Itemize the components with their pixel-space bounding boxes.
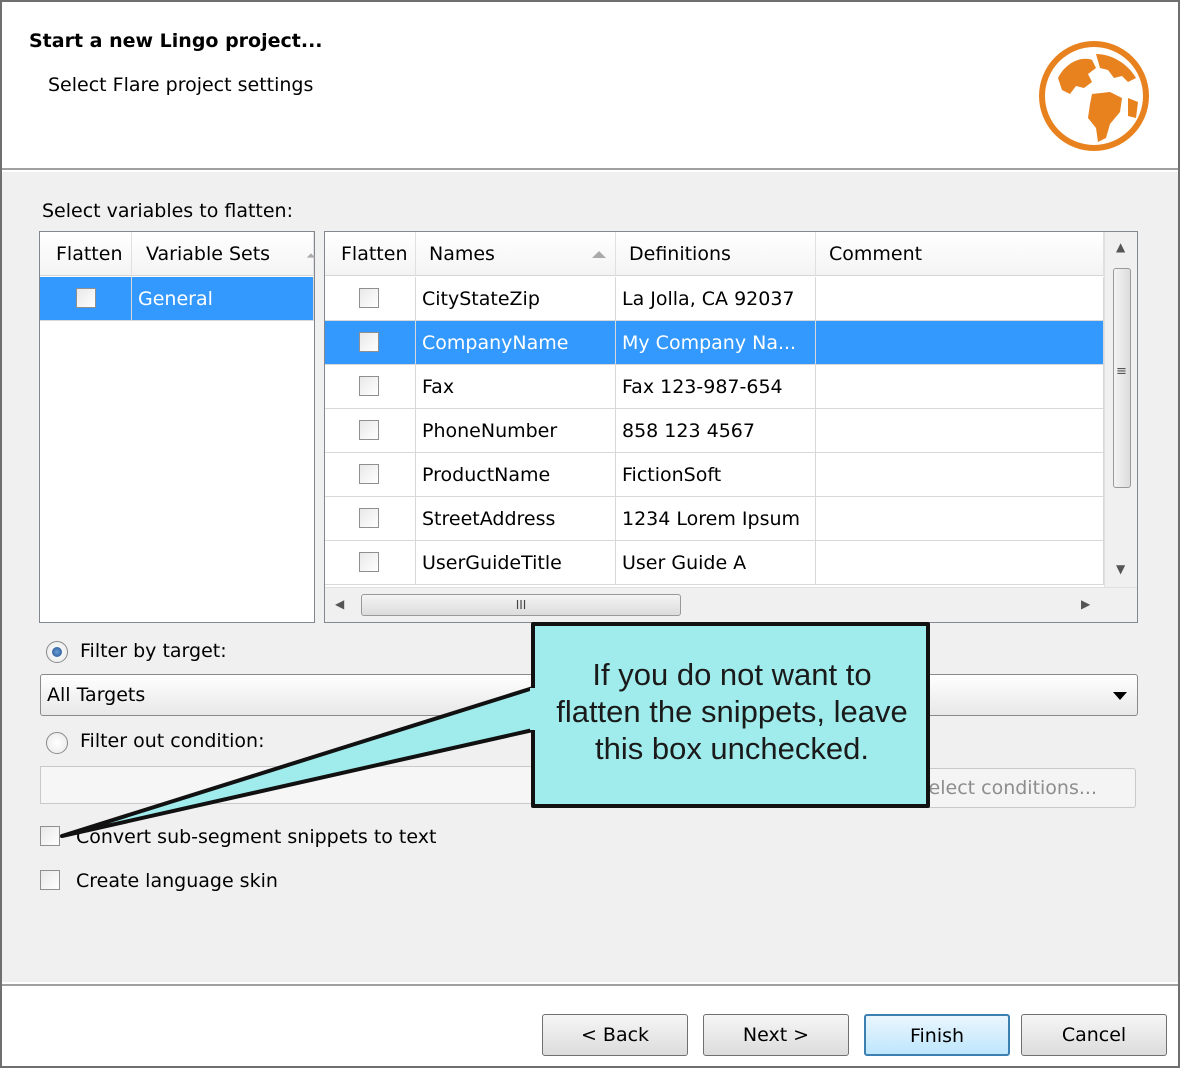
callout-line-1: If you do not want to [592, 657, 872, 692]
callout-line-3: this box unchecked. [594, 731, 869, 766]
callout-bubble [60, 622, 930, 838]
callout-line-2: flatten the snippets, leave [556, 694, 908, 729]
callout-text: If you do not want to flatten the snippe… [538, 656, 926, 767]
